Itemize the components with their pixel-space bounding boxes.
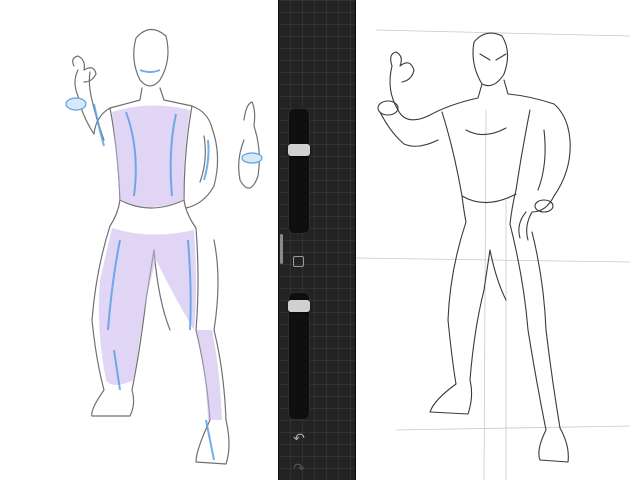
left-canvas[interactable] <box>0 0 278 480</box>
undo-arrow-icon: ↶ <box>293 431 305 447</box>
right-canvas[interactable] <box>356 0 630 480</box>
brush-size-slider-thumb[interactable] <box>288 144 310 156</box>
undo-button[interactable]: ↶ <box>290 430 308 448</box>
sidebar-drag-handle[interactable] <box>280 234 283 264</box>
colored-figure-artwork <box>65 28 263 465</box>
redo-arrow-icon: ↷ <box>293 461 305 477</box>
redo-button[interactable]: ↷ <box>290 460 308 478</box>
modify-button[interactable] <box>293 256 304 267</box>
brush-opacity-slider[interactable] <box>288 292 310 420</box>
brush-sidebar: ↶ ↷ <box>278 0 356 480</box>
pencil-figure-artwork <box>356 29 630 480</box>
brush-size-slider[interactable] <box>288 108 310 234</box>
brush-opacity-slider-thumb[interactable] <box>288 300 310 312</box>
